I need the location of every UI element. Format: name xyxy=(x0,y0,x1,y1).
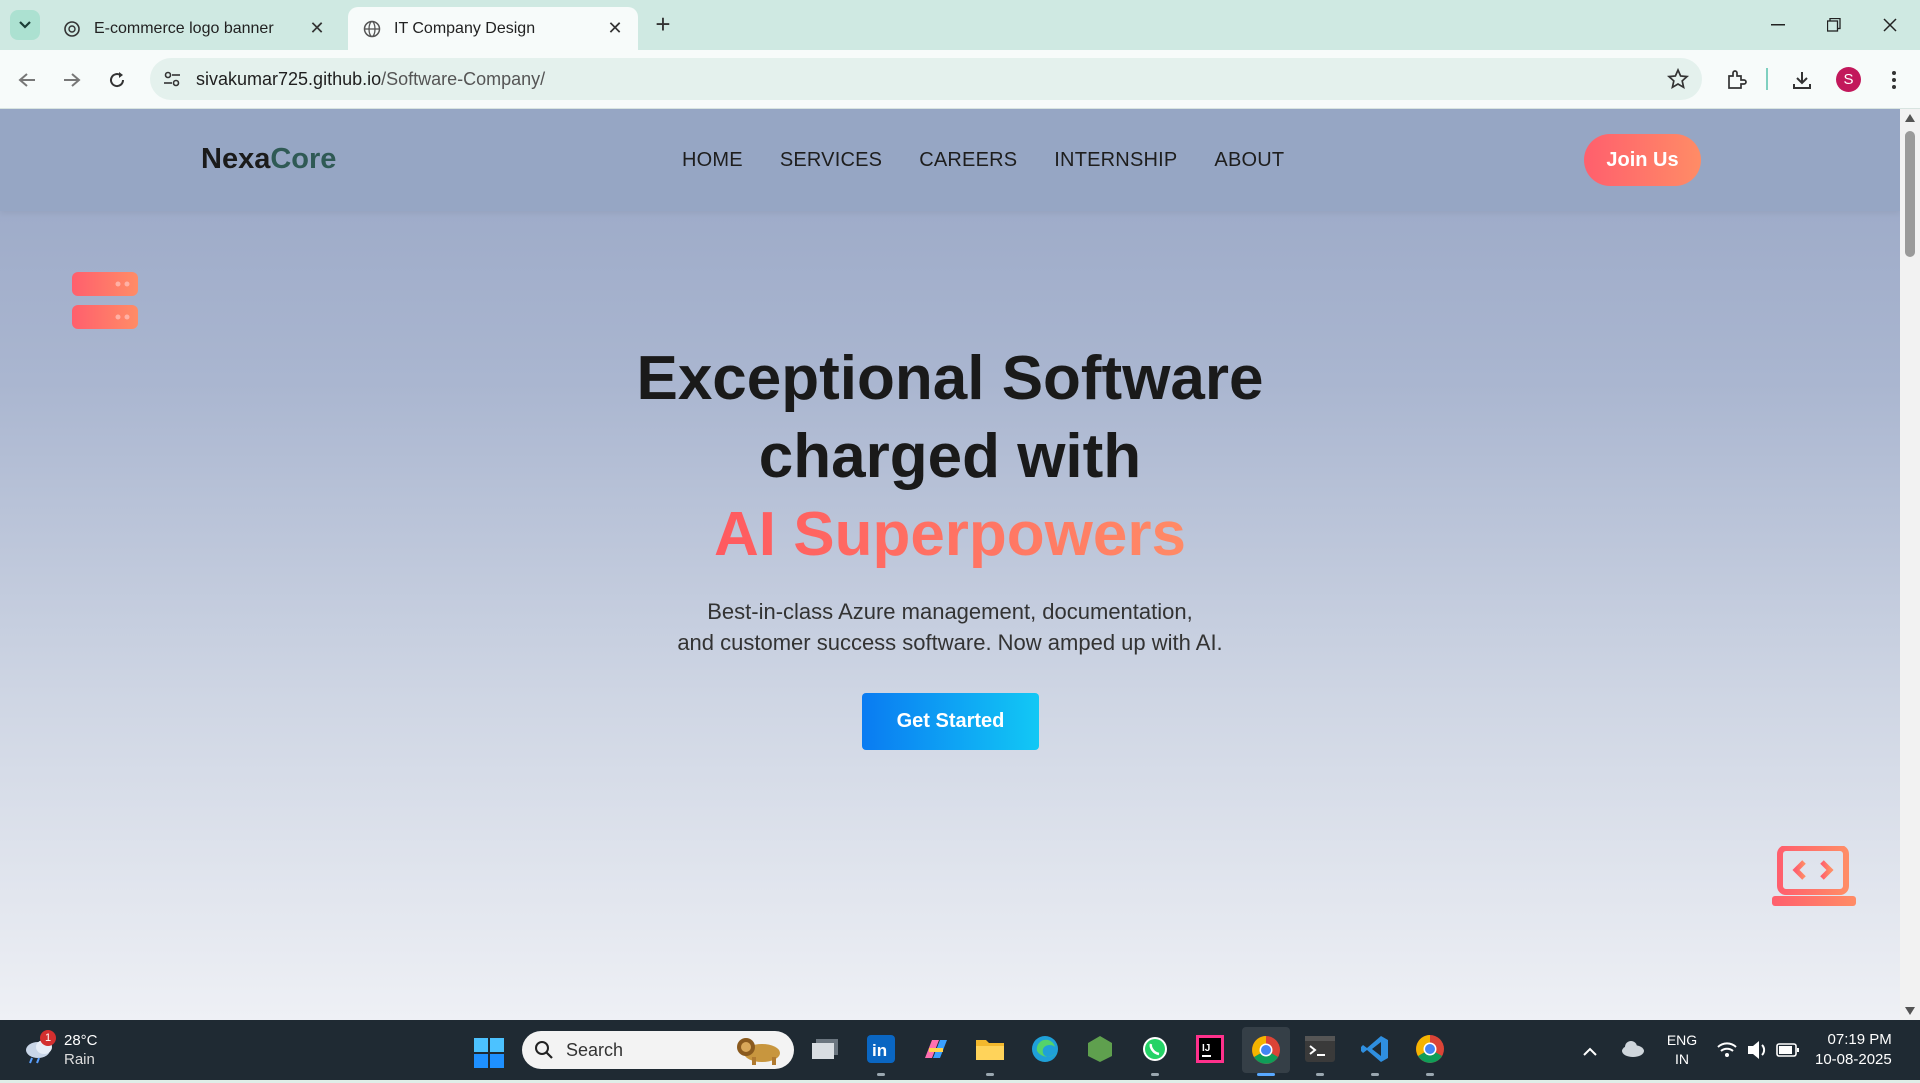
forward-icon[interactable] xyxy=(57,65,87,95)
taskbar-search-label: Search xyxy=(566,1040,624,1060)
scroll-up-arrow-icon[interactable] xyxy=(1905,114,1915,122)
task-view-icon[interactable] xyxy=(809,1032,843,1066)
wifi-icon[interactable] xyxy=(1716,1020,1742,1080)
vscode-icon[interactable] xyxy=(1358,1032,1392,1066)
hero-subtitle: Best-in-class Azure management, document… xyxy=(550,596,1350,658)
close-window-icon[interactable] xyxy=(1870,10,1910,40)
windows-start-icon[interactable] xyxy=(474,1038,504,1068)
get-started-button[interactable]: Get Started xyxy=(862,693,1039,750)
hero-line-1: Exceptional Software xyxy=(636,344,1264,413)
search-icon xyxy=(535,1041,553,1059)
nav-services[interactable]: SERVICES xyxy=(780,149,882,172)
url-text[interactable]: sivakumar725.github.io/Software-Company/ xyxy=(196,69,545,90)
whatsapp-icon[interactable] xyxy=(1138,1032,1172,1066)
tab-it-company-design[interactable]: IT Company Design ✕ xyxy=(348,7,638,50)
web-page: NexaCore HOME SERVICES CAREERS INTERNSHI… xyxy=(0,109,1900,1020)
logo-text-core: Core xyxy=(270,143,337,175)
globe-icon xyxy=(362,19,382,39)
back-icon[interactable] xyxy=(12,65,42,95)
logo-text-nexa: Nexa xyxy=(201,143,271,175)
site-header: NexaCore HOME SERVICES CAREERS INTERNSHI… xyxy=(0,109,1900,211)
reload-icon[interactable] xyxy=(102,65,132,95)
battery-icon[interactable] xyxy=(1776,1020,1802,1080)
weather-temp: 28°C xyxy=(64,1032,98,1049)
nav-home[interactable]: HOME xyxy=(682,149,743,172)
restore-icon[interactable] xyxy=(1814,10,1854,40)
hero-accent: AI Superpowers xyxy=(714,500,1186,569)
browser-chrome: E-commerce logo banner ✕ IT Company Desi… xyxy=(0,0,1920,109)
more-menu-icon[interactable] xyxy=(1880,66,1908,94)
chrome-profile-2-icon[interactable] xyxy=(1413,1032,1447,1066)
tab-title: E-commerce logo banner xyxy=(94,19,274,37)
new-tab-button[interactable]: + xyxy=(650,11,676,38)
taskbar-search[interactable]: Search xyxy=(522,1031,794,1069)
hero-heading: Exceptional Software charged with AI Sup… xyxy=(450,340,1450,574)
svg-text:in: in xyxy=(872,1041,887,1060)
site-nav: HOME SERVICES CAREERS INTERNSHIP ABOUT xyxy=(682,149,1284,172)
close-tab-icon[interactable]: ✕ xyxy=(604,18,626,40)
hero-sub-line-1: Best-in-class Azure management, document… xyxy=(707,599,1193,624)
file-explorer-icon[interactable] xyxy=(973,1032,1007,1066)
hero-sub-line-2: and customer success software. Now amped… xyxy=(677,630,1223,655)
language-code: ENG xyxy=(1666,1032,1698,1048)
address-bar[interactable]: sivakumar725.github.io/Software-Company/ xyxy=(150,58,1702,100)
page-scrollbar[interactable] xyxy=(1900,109,1920,1020)
extensions-icon[interactable] xyxy=(1722,66,1750,94)
chrome-icon[interactable] xyxy=(1242,1027,1290,1073)
clock-date: 10-08-2025 xyxy=(1815,1051,1892,1068)
copilot-icon[interactable] xyxy=(919,1032,953,1066)
tab-strip: E-commerce logo banner ✕ IT Company Desi… xyxy=(0,0,1920,50)
search-highlight-lion-icon xyxy=(737,1038,780,1065)
taskbar: 1 28°C Rain Search in IJ ENG IN 07:19 PM… xyxy=(0,1020,1920,1080)
edge-icon[interactable] xyxy=(1028,1032,1062,1066)
close-tab-icon[interactable]: ✕ xyxy=(306,18,328,40)
weather-widget[interactable]: 1 28°C Rain xyxy=(20,1030,110,1070)
download-icon[interactable] xyxy=(1788,66,1816,94)
nav-internship[interactable]: INTERNSHIP xyxy=(1054,149,1177,172)
clock-time: 07:19 PM xyxy=(1827,1031,1892,1048)
profile-avatar[interactable]: S xyxy=(1836,67,1861,92)
toolbar-divider xyxy=(1766,68,1768,90)
server-icon xyxy=(72,272,138,329)
terminal-icon[interactable] xyxy=(1303,1032,1337,1066)
weather-badge: 1 xyxy=(40,1030,56,1046)
site-logo[interactable]: NexaCore xyxy=(201,143,336,176)
nav-about[interactable]: ABOUT xyxy=(1214,149,1284,172)
openai-icon xyxy=(62,19,82,39)
url-host: sivakumar725.github.io xyxy=(196,69,382,89)
region-code: IN xyxy=(1675,1051,1689,1067)
nav-careers[interactable]: CAREERS xyxy=(919,149,1017,172)
linkedin-icon[interactable]: in xyxy=(864,1032,898,1066)
language-indicator[interactable]: ENG IN xyxy=(1663,1020,1701,1080)
tab-ecommerce-logo-banner[interactable]: E-commerce logo banner ✕ xyxy=(48,7,340,50)
code-laptop-icon xyxy=(1772,846,1856,906)
volume-icon[interactable] xyxy=(1746,1020,1772,1080)
hero-line-2: charged with xyxy=(758,422,1142,491)
bookmark-star-icon[interactable] xyxy=(1666,67,1690,91)
svg-text:IJ: IJ xyxy=(1202,1043,1210,1054)
tray-overflow-chevron-icon[interactable] xyxy=(1582,1020,1602,1080)
system-clock[interactable]: 07:19 PM 10-08-2025 xyxy=(1815,1030,1892,1070)
tab-title: IT Company Design xyxy=(394,19,536,37)
scroll-down-arrow-icon[interactable] xyxy=(1905,1007,1915,1015)
minimize-icon[interactable] xyxy=(1758,10,1798,40)
weather-condition: Rain xyxy=(64,1051,95,1068)
tab-search-button[interactable] xyxy=(10,10,40,40)
join-us-button[interactable]: Join Us xyxy=(1584,134,1701,186)
onedrive-cloud-icon[interactable] xyxy=(1620,1020,1646,1080)
chevron-down-icon xyxy=(19,21,31,29)
scrollbar-thumb[interactable] xyxy=(1905,131,1915,257)
browser-toolbar: sivakumar725.github.io/Software-Company/… xyxy=(0,50,1920,109)
site-info-icon[interactable] xyxy=(162,69,182,89)
node-icon[interactable] xyxy=(1083,1032,1117,1066)
url-path: /Software-Company/ xyxy=(381,69,546,89)
intellij-icon[interactable]: IJ xyxy=(1193,1032,1227,1066)
